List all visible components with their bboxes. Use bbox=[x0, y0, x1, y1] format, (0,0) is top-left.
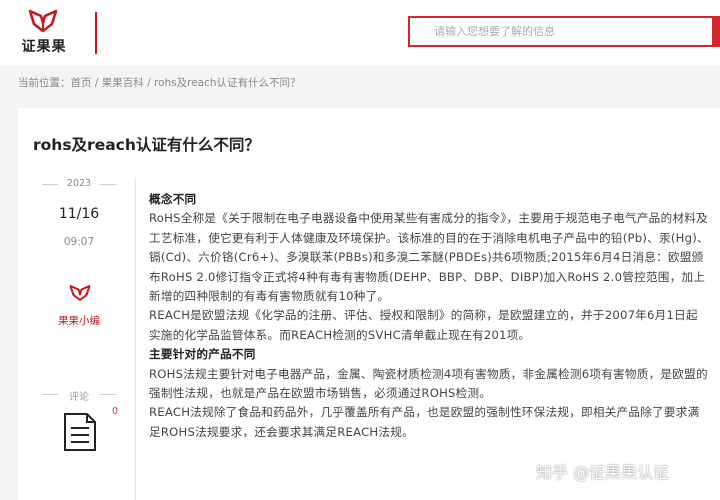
paragraph: ROHS法规主要针对电子电器产品，金属、陶瓷材质检测4项有害物质，非金属检测6项… bbox=[149, 366, 708, 401]
breadcrumb: 当前位置：首页 / 果果百科 / rohs及reach认证有什么不同？ bbox=[18, 75, 301, 90]
search-button[interactable] bbox=[712, 16, 720, 47]
article-body: 概念不同 RoHS全称是《关于限制在电子电器设备中使用某些有害成分的指令》，主要用… bbox=[149, 190, 709, 442]
section-heading: 主要针对的产品不同 bbox=[149, 347, 256, 362]
breadcrumb-separator: / bbox=[94, 77, 99, 89]
site-header: 证果果 bbox=[0, 0, 720, 66]
comment-label: 评论 bbox=[69, 392, 89, 403]
book-logo-icon bbox=[69, 285, 91, 301]
watermark: 知乎 @证果果认证 bbox=[536, 463, 670, 482]
article-date: 11/16 bbox=[58, 206, 100, 222]
breadcrumb-label: 当前位置： bbox=[18, 77, 71, 89]
year-row: 2023 bbox=[42, 178, 116, 192]
book-logo-icon bbox=[28, 9, 58, 33]
search-input[interactable] bbox=[410, 18, 720, 45]
breadcrumb-home[interactable]: 首页 bbox=[71, 77, 92, 89]
comment-row: 评论 bbox=[42, 388, 116, 403]
content-divider bbox=[135, 178, 136, 500]
paragraph: REACH法规除了食品和药品外，几乎覆盖所有产品，也是欧盟的强制性环保法规，即相… bbox=[149, 405, 700, 439]
comment-count: 0 bbox=[112, 406, 119, 417]
comment-document-icon[interactable] bbox=[63, 412, 97, 452]
divider-line bbox=[100, 394, 116, 395]
paragraph: RoHS全称是《关于限制在电子电器设备中使用某些有害成分的指令》，主要用于规范电… bbox=[149, 211, 709, 304]
breadcrumb-current: rohs及reach认证有什么不同？ bbox=[153, 77, 301, 89]
logo-text: 证果果 bbox=[21, 39, 67, 55]
article-author[interactable]: 果果小编 bbox=[42, 313, 116, 328]
article-card: rohs及reach认证有什么不同？ 2023 11/16 09:07 果果小编… bbox=[18, 108, 720, 500]
paragraph: REACH是欧盟法规《化学品的注册、评估、授权和限制》的简称，是欧盟建立的，并于… bbox=[149, 308, 698, 342]
article-time: 09:07 bbox=[63, 236, 95, 248]
breadcrumb-encyclopedia[interactable]: 果果百科 bbox=[102, 77, 144, 89]
site-logo[interactable]: 证果果 bbox=[16, 8, 72, 58]
search-box[interactable] bbox=[408, 16, 720, 47]
breadcrumb-separator: / bbox=[147, 77, 151, 89]
article-title: rohs及reach认证有什么不同？ bbox=[33, 136, 260, 154]
header-divider bbox=[95, 12, 97, 54]
divider-line bbox=[100, 184, 116, 185]
section-heading: 概念不同 bbox=[149, 192, 197, 206]
